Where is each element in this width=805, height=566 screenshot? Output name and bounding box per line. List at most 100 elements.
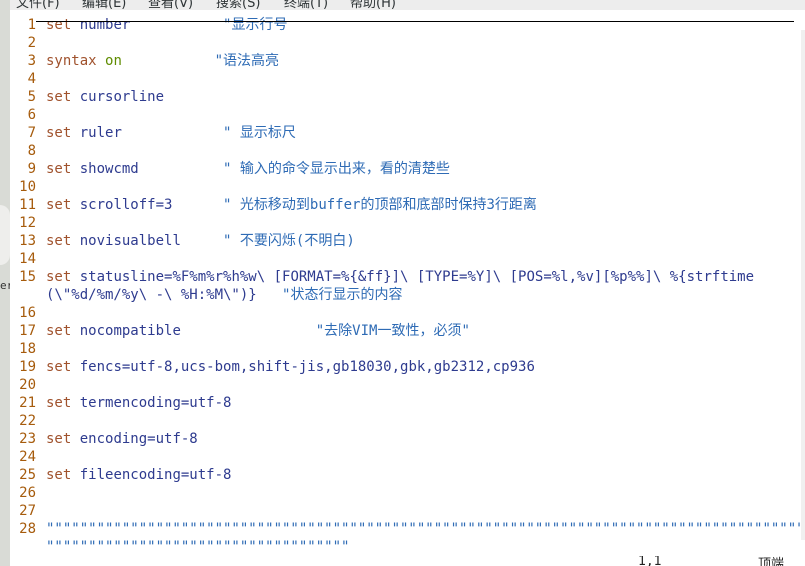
scroll-indicator: 顶端	[758, 557, 785, 566]
line-number: 5	[27, 89, 36, 105]
code-text: set termencoding=utf-8	[46, 394, 231, 412]
padding	[122, 125, 223, 141]
desktop-widget-fragment	[0, 205, 10, 265]
keyword: set	[46, 233, 72, 249]
comment: "去除VIM一致性，必须"	[315, 323, 470, 339]
option-name: nocompatible	[79, 323, 181, 339]
line-number: 8	[27, 143, 36, 159]
terminal-scrollbar[interactable]	[801, 30, 805, 540]
option-name: (\"%d/%m/%y\ -\ %H:%M\")}	[46, 287, 257, 303]
code-text: set scrolloff=3 " 光标移动到buffer的顶部和底部时保持3行…	[46, 196, 537, 214]
comment: " 不要闪烁(不明白)	[223, 233, 355, 249]
line-number: 12	[19, 215, 36, 231]
keyword: set	[46, 125, 72, 141]
code-text: set encoding=utf-8	[46, 430, 198, 448]
keyword: set	[46, 17, 72, 33]
line-number: 4	[27, 71, 36, 87]
padding	[130, 17, 223, 33]
line-number: 23	[19, 431, 36, 447]
line-number: 11	[19, 197, 36, 213]
line-number: 22	[19, 413, 36, 429]
line-number: 2	[27, 35, 36, 51]
option-name: novisualbell	[79, 233, 181, 249]
keyword: set	[46, 89, 72, 105]
line-number: 6	[27, 107, 36, 123]
keyword: set	[46, 467, 72, 483]
code-text: set number "显示行号	[46, 16, 287, 34]
option-name: fileencoding=utf-8	[79, 467, 232, 483]
keyword: syntax	[46, 53, 97, 69]
code-text: syntax on "语法高亮	[46, 52, 279, 70]
code-text: """"""""""""""""""""""""""""""""""""""""…	[46, 520, 804, 538]
comment: "状态行显示的内容	[282, 287, 403, 303]
keyword: set	[46, 197, 72, 213]
option-name: cursorline	[79, 89, 165, 105]
keyword: set	[46, 161, 72, 177]
padding	[139, 161, 223, 177]
keyword: set	[46, 269, 72, 285]
code-text: set statusline=%F%m%r%h%w\ [FORMAT=%{&ff…	[46, 268, 754, 286]
line-number: 21	[19, 395, 36, 411]
line-number: 15	[19, 269, 36, 285]
comment: """"""""""""""""""""""""""""""""""""""""…	[46, 521, 804, 537]
menu-terminal[interactable]: 终端(T)	[284, 0, 328, 10]
option-value: on	[105, 53, 122, 69]
option-name: statusline=%F%m%r%h%w\ [FORMAT=%{&ff}]\ …	[79, 269, 755, 285]
menu-file[interactable]: 文件(F)	[16, 0, 60, 10]
comment: " 显示标尺	[223, 125, 296, 141]
code-text: set cursorline	[46, 88, 164, 106]
option-name: fencs=utf-8,ucs-bom,shift-jis,gb18030,gb…	[79, 359, 535, 375]
line-number: 24	[19, 449, 36, 465]
code-text: (\"%d/%m/%y\ -\ %H:%M\")} "状态行显示的内容	[46, 286, 402, 304]
line-number: 17	[19, 323, 36, 339]
terminal-menubar: 文件(F) 编辑(E) 查看(V) 搜索(S) 终端(T) 帮助(H)	[10, 0, 805, 10]
option-name: termencoding=utf-8	[79, 395, 232, 411]
comment: "显示行号	[223, 17, 288, 33]
code-text: set ruler " 显示标尺	[46, 124, 296, 142]
keyword: set	[46, 395, 72, 411]
comment: """"""""""""""""""""""""""""""""""""	[46, 539, 350, 555]
vim-status-line: 1,1 顶端	[10, 556, 805, 566]
vim-editor[interactable]: 1 set number "显示行号 2 3 syntax on "语法高亮 4 5 set …	[10, 10, 805, 556]
menu-help[interactable]: 帮助(H)	[350, 0, 396, 10]
padding	[257, 287, 282, 303]
line-number: 27	[19, 503, 36, 519]
keyword: set	[46, 323, 72, 339]
line-number: 18	[19, 341, 36, 357]
line-number: 3	[27, 53, 36, 69]
line-number: 28	[19, 521, 36, 537]
desktop-left-strip: er	[0, 0, 13, 566]
line-number: 14	[19, 251, 36, 267]
padding	[181, 233, 223, 249]
keyword: set	[46, 359, 72, 375]
code-text: set fencs=utf-8,ucs-bom,shift-jis,gb1803…	[46, 358, 535, 376]
code-text: """"""""""""""""""""""""""""""""""""	[46, 538, 349, 556]
line-number: 20	[19, 377, 36, 393]
line-number: 19	[19, 359, 36, 375]
keyword: set	[46, 431, 72, 447]
padding	[172, 197, 223, 213]
line-number: 25	[19, 467, 36, 483]
option-name: showcmd	[79, 161, 139, 177]
code-text: set nocompatible "去除VIM一致性，必须"	[46, 322, 470, 340]
comment: "语法高亮	[214, 53, 280, 69]
line-number: 13	[19, 233, 36, 249]
menu-edit[interactable]: 编辑(E)	[82, 0, 126, 10]
menu-search[interactable]: 搜索(S)	[216, 0, 260, 10]
line-number: 1	[27, 17, 36, 33]
comment: " 光标移动到buffer的顶部和底部时保持3行距离	[223, 197, 537, 213]
code-text: set novisualbell " 不要闪烁(不明白)	[46, 232, 355, 250]
line-number: 9	[27, 161, 36, 177]
menu-view[interactable]: 查看(V)	[148, 0, 193, 10]
option-name: ruler	[79, 125, 122, 141]
option-name: encoding=utf-8	[79, 431, 198, 447]
padding	[122, 53, 215, 69]
comment: " 输入的命令显示出来，看的清楚些	[223, 161, 450, 177]
line-number: 10	[19, 179, 36, 195]
code-text: set showcmd " 输入的命令显示出来，看的清楚些	[46, 160, 450, 178]
option-name: number	[79, 17, 131, 33]
option-name: scrolloff=3	[79, 197, 173, 213]
code-text: set fileencoding=utf-8	[46, 466, 231, 484]
cursor-position: 1,1	[638, 556, 662, 566]
cursorline-underline	[36, 21, 794, 22]
